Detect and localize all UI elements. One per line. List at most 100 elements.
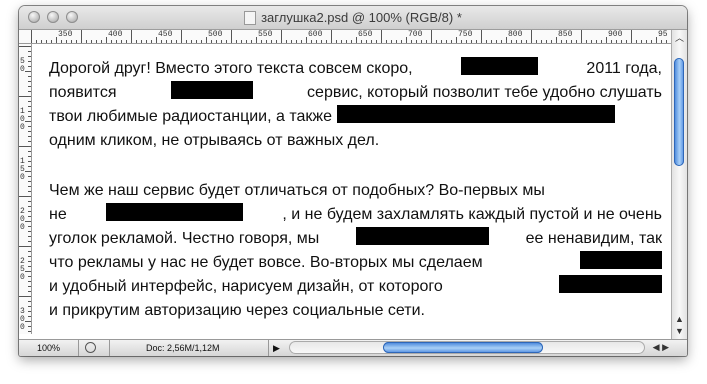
ruler-tick bbox=[241, 40, 242, 43]
ruler-tick bbox=[511, 40, 512, 43]
ruler-tick bbox=[56, 37, 57, 43]
ruler-tick bbox=[516, 40, 517, 43]
status-info-icon[interactable] bbox=[85, 342, 96, 353]
ruler-tick bbox=[28, 91, 31, 92]
ruler-tick bbox=[636, 40, 637, 43]
ruler-tick bbox=[276, 40, 277, 43]
text-segment: появится bbox=[49, 84, 117, 101]
scroll-down-arrow-icon[interactable]: ▼ bbox=[675, 326, 684, 336]
ruler-label: 100 bbox=[20, 107, 25, 132]
ruler-tick bbox=[28, 326, 31, 327]
ruler-tick bbox=[451, 40, 452, 43]
ruler-tick bbox=[28, 266, 31, 267]
text-line: твои любимые радиостанции, а также bbox=[49, 105, 662, 129]
ruler-tick bbox=[216, 40, 217, 43]
ruler-tick bbox=[476, 40, 477, 43]
ruler-tick bbox=[606, 37, 607, 43]
text-segment: ее ненавидим, так bbox=[525, 230, 662, 247]
ruler-tick bbox=[61, 40, 62, 43]
document-canvas[interactable]: Дорогой друг! Вместо этого текста совсем… bbox=[32, 44, 672, 334]
horizontal-scroll-thumb[interactable] bbox=[383, 342, 543, 353]
ruler-tick bbox=[28, 301, 31, 302]
ruler-label: 750 bbox=[458, 30, 473, 39]
ruler-tick bbox=[421, 40, 422, 43]
ruler-tick bbox=[28, 106, 31, 107]
text-segment: Дорогой друг! Вместо этого текста совсем… bbox=[49, 60, 413, 77]
ruler-tick bbox=[28, 286, 31, 287]
ruler-tick bbox=[351, 40, 352, 43]
scroll-up-chevron-icon[interactable]: ︿ bbox=[675, 31, 684, 44]
ruler-tick bbox=[301, 40, 302, 43]
ruler-label: 95 bbox=[658, 30, 668, 39]
ruler-tick bbox=[581, 30, 582, 43]
ruler-tick bbox=[146, 40, 147, 43]
ruler-tick bbox=[28, 306, 31, 307]
ruler-tick bbox=[251, 40, 252, 43]
ruler-label: 550 bbox=[258, 30, 273, 39]
horizontal-scrollbar[interactable] bbox=[289, 341, 645, 354]
ruler-tick bbox=[28, 181, 31, 182]
ruler-tick bbox=[36, 40, 37, 43]
ruler-tick bbox=[28, 176, 31, 177]
document-size-text: Doc: 2,56M/1,12M bbox=[146, 343, 220, 353]
vertical-scroll-thumb[interactable] bbox=[674, 58, 684, 166]
ruler-tick bbox=[386, 40, 387, 43]
ruler-tick bbox=[81, 30, 82, 43]
ruler-tick bbox=[181, 30, 182, 43]
ruler-tick bbox=[376, 40, 377, 43]
text-segment: твои любимые радиостанции, а также bbox=[49, 108, 332, 125]
ruler-tick bbox=[28, 251, 31, 252]
ruler-tick bbox=[28, 311, 31, 312]
play-triangle-icon[interactable]: ▶ bbox=[273, 343, 280, 354]
ruler-tick bbox=[156, 37, 157, 43]
ruler-tick bbox=[261, 40, 262, 43]
text-line: и прикрутим авторизацию через социальные… bbox=[49, 299, 662, 323]
text-segment: 2011 года, bbox=[586, 60, 662, 77]
ruler-tick bbox=[166, 40, 167, 43]
horizontal-ruler[interactable]: 350 400 450 500 550 600 650 700 750 800 850 900 95 bbox=[19, 30, 687, 44]
ruler-tick bbox=[506, 37, 507, 43]
ruler-tick bbox=[191, 40, 192, 43]
ruler-tick bbox=[461, 40, 462, 43]
ruler-tick bbox=[496, 40, 497, 43]
ruler-tick bbox=[501, 40, 502, 43]
ruler-tick bbox=[481, 30, 482, 43]
ruler-tick bbox=[28, 131, 31, 132]
document-info[interactable]: Doc: 2,56M/1,12M bbox=[109, 340, 269, 356]
ruler-tick bbox=[28, 231, 31, 232]
ruler-tick bbox=[416, 40, 417, 43]
scroll-up-arrow-icon[interactable]: ▲ bbox=[675, 314, 684, 324]
ruler-tick bbox=[256, 37, 257, 43]
text-segment: не bbox=[49, 206, 67, 223]
text-segment: , и не будем захламлять каждый пустой и … bbox=[282, 206, 662, 223]
title-bar[interactable]: заглушка2.psd @ 100% (RGB/8) * bbox=[19, 6, 687, 30]
ruler-label: 200 bbox=[20, 207, 25, 232]
ruler-tick bbox=[28, 201, 31, 202]
ruler-tick bbox=[331, 30, 332, 43]
vertical-scrollbar[interactable]: ︿ ▲ ▼ bbox=[671, 30, 687, 340]
zoom-level[interactable]: 100% bbox=[37, 343, 60, 353]
zoom-field[interactable]: 100% bbox=[19, 340, 79, 356]
ruler-tick bbox=[286, 40, 287, 43]
photoshop-document-window: заглушка2.psd @ 100% (RGB/8) * 350 400 450… bbox=[19, 6, 687, 356]
ruler-tick bbox=[28, 61, 31, 62]
redaction-block bbox=[106, 203, 244, 221]
ruler-tick bbox=[28, 126, 31, 127]
psd-document-icon bbox=[244, 10, 257, 25]
scroll-left-right-arrows-icon[interactable]: ◀ ▶ bbox=[653, 342, 669, 353]
ruler-tick bbox=[426, 40, 427, 43]
ruler-label: 850 bbox=[558, 30, 573, 39]
ruler-tick bbox=[601, 40, 602, 43]
ruler-tick bbox=[311, 40, 312, 43]
text-segment: и прикрутим авторизацию через социальные… bbox=[49, 302, 425, 319]
window-title-container: заглушка2.psd @ 100% (RGB/8) * bbox=[19, 6, 687, 29]
ruler-tick bbox=[541, 40, 542, 43]
ruler-tick bbox=[28, 191, 31, 192]
ruler-tick bbox=[28, 216, 31, 217]
ruler-tick bbox=[28, 111, 31, 112]
ruler-tick bbox=[66, 40, 67, 43]
ruler-tick bbox=[631, 30, 632, 43]
vertical-ruler[interactable]: 50 100 150 200 250 300 bbox=[19, 44, 32, 334]
paragraph-2: Чем же наш сервис будет отличаться от по… bbox=[49, 179, 662, 323]
ruler-tick bbox=[666, 40, 667, 43]
